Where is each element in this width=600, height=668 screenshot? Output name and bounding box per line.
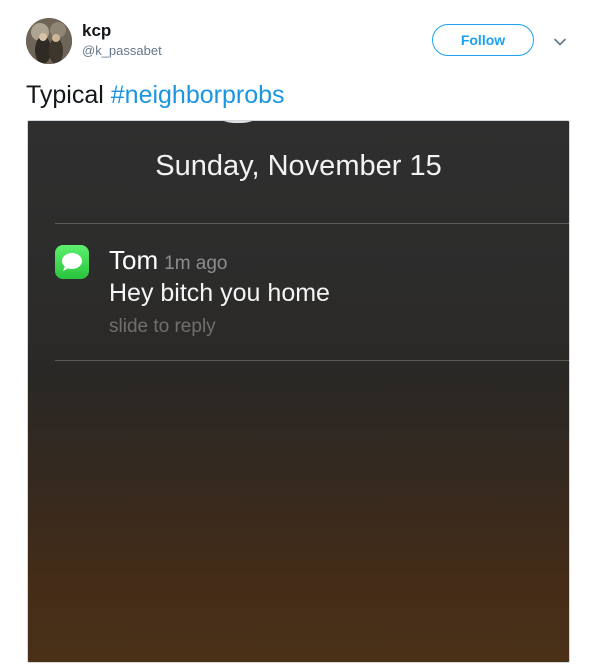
speech-bubble-icon — [62, 253, 82, 271]
slide-to-reply-hint[interactable]: slide to reply — [109, 316, 216, 338]
display-name[interactable]: kcp — [82, 21, 111, 41]
divider — [55, 223, 569, 224]
notification-header: Tom 1m ago — [109, 245, 228, 279]
hashtag-link[interactable]: #neighborprobs — [111, 81, 285, 109]
lock-ring-decoration — [203, 121, 273, 123]
chevron-down-icon[interactable] — [552, 34, 568, 50]
messages-app-icon — [55, 245, 89, 279]
sender-name: Tom — [109, 245, 159, 275]
tweet-text: Typical #neighborprobs — [26, 80, 285, 110]
avatar-photo-icon — [26, 18, 72, 64]
notification-time: 1m ago — [164, 253, 228, 274]
notification-message: Hey bitch you home — [109, 279, 330, 307]
avatar[interactable] — [26, 18, 72, 64]
follow-button[interactable]: Follow — [432, 24, 534, 56]
tweet-media-image[interactable]: Sunday, November 15 Tom 1m ago Hey bitch … — [27, 120, 570, 663]
user-handle[interactable]: @k_passabet — [82, 43, 162, 59]
tweet-header: kcp @k_passabet Follow — [0, 0, 600, 72]
lockscreen-date: Sunday, November 15 — [155, 150, 442, 182]
status-dots-decoration — [318, 120, 408, 123]
tweet-text-prefix: Typical — [26, 81, 111, 109]
divider — [55, 360, 569, 361]
